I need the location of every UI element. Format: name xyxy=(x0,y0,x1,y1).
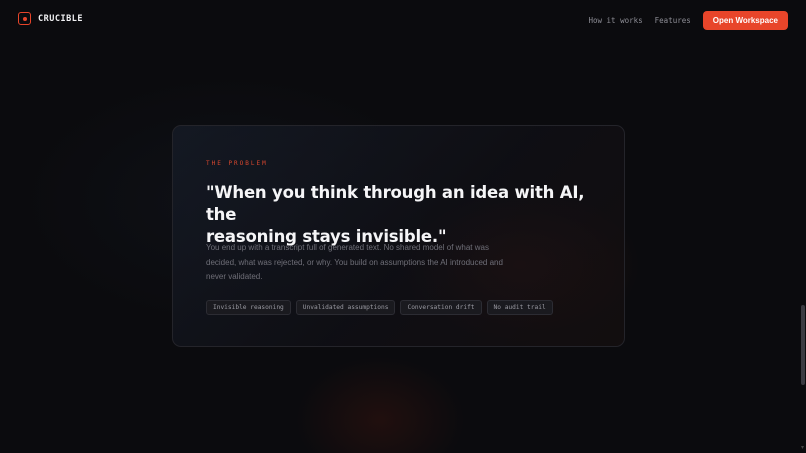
tag-conversation-drift: Conversation drift xyxy=(400,300,482,315)
nav-link-features[interactable]: Features xyxy=(655,16,691,25)
page-scrollbar[interactable] xyxy=(800,0,806,453)
problem-card: THE PROBLEM "When you think through an i… xyxy=(172,125,625,347)
crucible-logo-icon xyxy=(18,12,31,25)
brand-logo[interactable]: CRUCIBLE xyxy=(18,12,83,25)
brand-name: CRUCIBLE xyxy=(38,13,83,24)
scrollbar-thumb[interactable] xyxy=(801,305,805,385)
problem-description: You end up with a transcript full of gen… xyxy=(206,243,503,281)
headline-line-1: "When you think through an idea with AI,… xyxy=(206,183,585,224)
tag-unvalidated-assumptions: Unvalidated assumptions xyxy=(295,300,396,315)
section-eyebrow: THE PROBLEM xyxy=(206,160,268,167)
problem-headline: "When you think through an idea with AI,… xyxy=(206,182,606,248)
top-navigation-bar: CRUCIBLE How it works Features Open Work… xyxy=(0,0,806,40)
main-nav: How it works Features Open Workspace xyxy=(588,11,788,30)
tag-no-audit-trail: No audit trail xyxy=(486,300,553,315)
open-workspace-button[interactable]: Open Workspace xyxy=(702,11,788,30)
tag-invisible-reasoning: Invisible reasoning xyxy=(206,300,291,315)
resize-corner-icon: ▾ xyxy=(800,445,804,451)
nav-link-how-it-works[interactable]: How it works xyxy=(588,16,642,25)
logo-dot xyxy=(22,16,27,21)
problem-tags: Invisible reasoning Unvalidated assumpti… xyxy=(206,300,553,315)
